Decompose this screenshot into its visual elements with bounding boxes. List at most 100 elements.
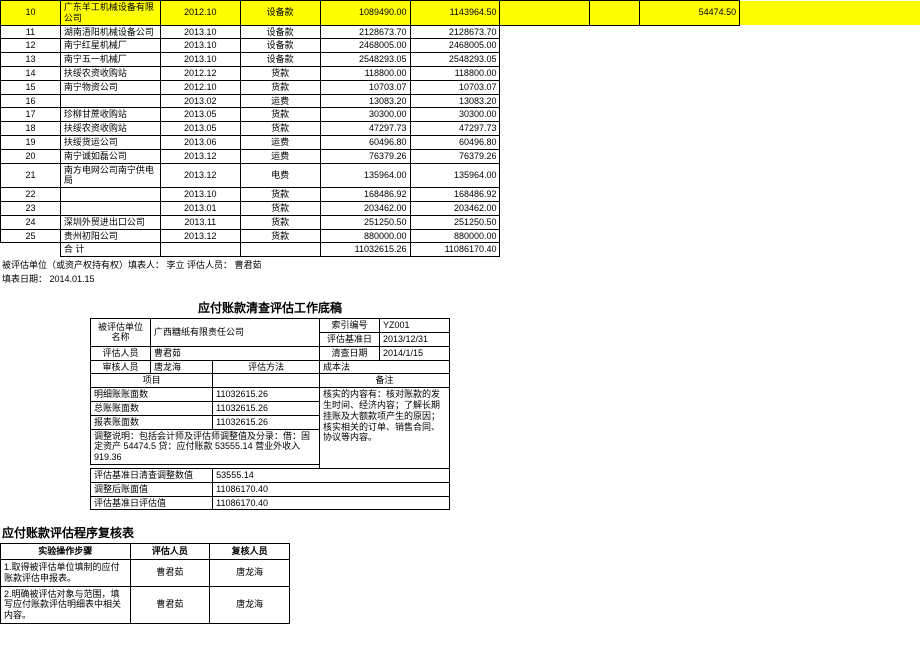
type-value: 设备款 (240, 25, 320, 39)
company-name (60, 94, 160, 108)
row-index: 17 (1, 108, 61, 122)
company-name: 南宁红星机械厂 (60, 39, 160, 53)
type-value: 货款 (240, 122, 320, 136)
ws-checkdate-label: 清查日期 (320, 346, 380, 360)
review-title: 应付账款评估程序复核表 (0, 524, 290, 541)
extra-4 (740, 122, 920, 136)
footer-line-1: 被评估单位（或资产权持有权）填表人： 李立 评估人员： 曹君茹 (0, 258, 920, 271)
type-value: 运费 (240, 94, 320, 108)
extra-3 (640, 66, 740, 80)
row-index: 15 (1, 80, 61, 94)
amount-2: 1143964.50 (410, 1, 500, 26)
total-cell (740, 243, 920, 257)
table-row: 222013.10货款168486.92168486.92 (1, 188, 920, 202)
review-evaluator: 曹君茹 (130, 586, 210, 623)
extra-2 (590, 25, 640, 39)
row-index: 14 (1, 66, 61, 80)
extra-1 (500, 66, 590, 80)
amount-1: 47297.73 (320, 122, 410, 136)
extra-4 (740, 39, 920, 53)
type-value: 货款 (240, 215, 320, 229)
total-cell (590, 243, 640, 257)
ws-item-value: 11032615.26 (213, 415, 320, 429)
extra-2 (590, 39, 640, 53)
amount-2: 118800.00 (410, 66, 500, 80)
amount-1: 168486.92 (320, 188, 410, 202)
ws-evaluator-value: 曹君茹 (151, 346, 320, 360)
extra-2 (590, 1, 640, 26)
date-value: 2013.11 (160, 215, 240, 229)
ws-checkdate-value: 2014/1/15 (380, 346, 450, 360)
extra-4 (740, 53, 920, 67)
extra-3 (640, 122, 740, 136)
ws-item-value: 11086170.40 (213, 496, 450, 510)
amount-1: 118800.00 (320, 66, 410, 80)
amount-1: 2548293.05 (320, 53, 410, 67)
row-index: 25 (1, 229, 61, 243)
table-row: 20南宁诚如磊公司2013.12运费76379.2676379.26 (1, 149, 920, 163)
extra-4 (740, 25, 920, 39)
table-row: 162013.02运费13083.2013083.20 (1, 94, 920, 108)
table-row: 19扶绥货运公司2013.06运费60496.8060496.80 (1, 135, 920, 149)
extra-4 (740, 108, 920, 122)
row-index: 24 (1, 215, 61, 229)
extra-3: 54474.50 (640, 1, 740, 26)
ws-item-label: 报表账面数 (91, 415, 213, 429)
extra-2 (590, 163, 640, 188)
ws-item-value: 53555.14 (213, 468, 450, 482)
amount-2: 30300.00 (410, 108, 500, 122)
company-name: 湖南浯阳机械设备公司 (60, 25, 160, 39)
type-value: 货款 (240, 108, 320, 122)
type-value: 运费 (240, 149, 320, 163)
review-table: 实验操作步骤 评估人员 复核人员 1.取得被评估单位填制的应付账款评估申报表。 … (0, 543, 290, 624)
ws-item-value: 11032615.26 (213, 401, 320, 415)
ws-unit-label: 被评估单位名称 (91, 319, 151, 347)
ws-row: 评估基准日清查调整数值 53555.14 (91, 468, 450, 482)
amount-2: 60496.80 (410, 135, 500, 149)
extra-1 (500, 188, 590, 202)
ws-note-header: 备注 (320, 374, 450, 388)
company-name: 南方电网公司南宁供电局 (60, 163, 160, 188)
table-row: 18扶绥农资收购站2013.05货款47297.7347297.73 (1, 122, 920, 136)
total-cell (1, 243, 61, 257)
ws-item-label: 总账账面数 (91, 401, 213, 415)
total-cell (640, 243, 740, 257)
ws-item-value: 11032615.26 (213, 388, 320, 402)
company-name: 扶绥农资收购站 (60, 66, 160, 80)
extra-4 (740, 135, 920, 149)
amount-1: 203462.00 (320, 201, 410, 215)
amount-2: 2548293.05 (410, 53, 500, 67)
company-name: 深圳外贸进出口公司 (60, 215, 160, 229)
extra-1 (500, 149, 590, 163)
table-row: 10广东羊工机械设备有限公司2012.10设备款1089490.00114396… (1, 1, 920, 26)
extra-3 (640, 135, 740, 149)
extra-4 (740, 163, 920, 188)
total-cell: 11086170.40 (410, 243, 500, 257)
ws-item-header: 项目 (91, 374, 213, 388)
extra-3 (640, 201, 740, 215)
table-row: 14扶绥农资收购站2012.12货款118800.00118800.00 (1, 66, 920, 80)
amount-2: 203462.00 (410, 201, 500, 215)
review-step: 2.明确被评估对象与范围，填写应付账款评估明细表中相关内容。 (1, 586, 131, 623)
amount-1: 2128673.70 (320, 25, 410, 39)
type-value: 货款 (240, 229, 320, 243)
extra-1 (500, 135, 590, 149)
extra-1 (500, 53, 590, 67)
table-row: 11湖南浯阳机械设备公司2013.10设备款2128673.702128673.… (1, 25, 920, 39)
review-section: 应付账款评估程序复核表 实验操作步骤 评估人员 复核人员 1.取得被评估单位填制… (0, 524, 290, 624)
row-index: 20 (1, 149, 61, 163)
extra-2 (590, 108, 640, 122)
row-index: 12 (1, 39, 61, 53)
row-index: 18 (1, 122, 61, 136)
row-index: 13 (1, 53, 61, 67)
extra-4 (740, 188, 920, 202)
ws-row: 评估基准日评估值 11086170.40 (91, 496, 450, 510)
amount-2: 168486.92 (410, 188, 500, 202)
amount-1: 1089490.00 (320, 1, 410, 26)
ws-unit-value: 广西糖纸有限责任公司 (151, 319, 320, 347)
ws-note-text: 核实的内容有：核对账款的发生时间、经济内容；了解长期挂账及大额款项产生的原因；核… (320, 388, 450, 469)
ws-item-label: 评估基准日评估值 (91, 496, 213, 510)
company-name: 贵州初阳公司 (60, 229, 160, 243)
ws-row: 被评估单位名称 广西糖纸有限责任公司 索引编号 YZ001 (91, 319, 450, 333)
extra-3 (640, 108, 740, 122)
